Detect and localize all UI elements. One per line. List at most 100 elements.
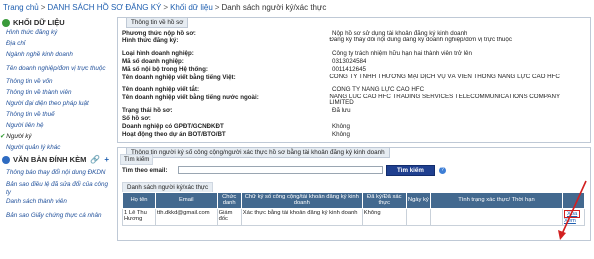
info-value: NANG LUC CAO HFC TRADING SERVICES TELECO… [329, 93, 560, 107]
info-label: Mã số doanh nghiệp: [122, 57, 184, 65]
info-row: Mã số doanh nghiệp: 0313024584 [122, 57, 586, 65]
cell-date [405, 207, 431, 227]
breadcrumb-sep: > [163, 3, 169, 12]
sidebar-section-label: VĂN BẢN ĐÍNH KÈM [13, 155, 87, 164]
breadcrumb-current: Danh sách người ký/xác thực [221, 3, 327, 12]
info-value: 0011412645 [332, 66, 366, 74]
sidebar-item-company-name[interactable]: Tên doanh nghiệp/đơn vị trực thuộc [0, 61, 112, 77]
view-link[interactable]: Xem [564, 218, 583, 224]
col-header-email: Email [155, 191, 218, 209]
delete-link[interactable]: Xóa [563, 209, 581, 218]
breadcrumb-list[interactable]: DANH SÁCH HỒ SƠ ĐĂNG KÝ [47, 3, 161, 12]
info-label: Tên doanh nghiệp viết bằng tiếng Việt: [122, 73, 236, 81]
info-row: Trạng thái hồ sơ: Đã lưu [122, 106, 586, 114]
breadcrumb: Trang chủ > DANH SÁCH HỒ SƠ ĐĂNG KÝ > Khối d… [3, 3, 326, 12]
info-label: Hoạt động theo dự án BOT/BTO/BT [122, 131, 226, 139]
sidebar-item-members[interactable]: Thông tin về thành viên [0, 88, 112, 99]
info-value: 0313024584 [332, 57, 367, 65]
breadcrumb-data[interactable]: Khối dữ liệu [170, 3, 213, 12]
info-row: Hoạt động theo dự án BOT/BTO/BT Không [122, 131, 586, 139]
sidebar-section-data: KHỐI DỮ LIỆU [0, 17, 112, 28]
info-row: Hình thức đăng ký: Đăng ký thay đổi nội d… [122, 37, 586, 49]
search-label: Tìm theo email: [122, 166, 168, 174]
col-header-date: Ngày ký [405, 191, 431, 209]
attach-icon[interactable]: 🔗 [90, 155, 100, 164]
sidebar-item-contact[interactable]: Người liên hệ [0, 121, 112, 132]
col-header-status: Tình trạng xác thực/ Thời hạn [429, 191, 563, 209]
folder-icon [2, 18, 10, 27]
col-header-signed: Đã ký/Đã xác thực [361, 191, 407, 209]
info-row: Tên doanh nghiệp viết tắt: CÔNG TY NĂNG L… [122, 86, 586, 94]
cell-name: 1 Lê Thu Hương [122, 207, 156, 227]
sidebar-item-business-lines[interactable]: Ngành nghề kinh doanh [0, 50, 112, 61]
profile-panel-title: Thông tin về hồ sơ [126, 17, 189, 28]
sidebar-item-legal-rep[interactable]: Người đại diện theo pháp luật [0, 99, 112, 110]
cell-title: Giám đốc [216, 207, 242, 227]
search-section-title: Tìm kiếm [120, 153, 154, 165]
info-row: Số hồ sơ: [122, 114, 586, 122]
signer-panel-title: Thông tin người ký số công cộng/người xá… [126, 146, 390, 158]
sidebar-item-signer[interactable]: ✔ Người ký [0, 132, 112, 143]
signer-table: Họ tên Email Chức danh Chữ ký số công cộ… [122, 191, 586, 227]
sidebar-item-address[interactable]: Địa chỉ [0, 39, 112, 50]
info-value: Công ty trách nhiệm hữu hạn hai thành vi… [332, 49, 472, 57]
info-value: CÔNG TY NĂNG LỰC CAO HFC [332, 86, 425, 94]
info-label: Loại hình doanh nghiệp: [122, 49, 194, 57]
profile-rows: Phương thức nộp hồ sơ: Nộp hồ sơ sử dụng … [118, 18, 590, 142]
info-label: Mã số nội bộ trong Hệ thống: [122, 66, 208, 74]
info-label: Số hồ sơ: [122, 114, 151, 122]
info-value: Đăng ký thay đổi nội dung đăng ký doanh … [329, 37, 512, 44]
info-row: Phương thức nộp hồ sơ: Nộp hồ sơ sử dụng … [122, 29, 586, 37]
cell-email: tth.dkkd@gmail.com [155, 207, 218, 227]
sidebar-section-label: KHỐI DỮ LIỆU [13, 18, 65, 27]
info-label: Tên doanh nghiệp viết bằng tiếng nước ng… [122, 93, 259, 101]
sidebar-item-id-copy[interactable]: Bản sao Giấy chứng thực cá nhân [0, 208, 112, 224]
sidebar-section-attachments: VĂN BẢN ĐÍNH KÈM 🔗 + [0, 154, 112, 165]
info-label: Hình thức đăng ký: [122, 37, 179, 45]
main-content: Thông tin về hồ sơ Phương thức nộp hồ sơ… [117, 17, 591, 241]
info-row: Tên doanh nghiệp viết bằng tiếng Việt: CÔ… [122, 74, 586, 86]
sidebar-item-change-notice[interactable]: Thông báo thay đổi nội dung ĐKDN [0, 165, 112, 181]
email-search-input[interactable] [178, 166, 383, 175]
sidebar-item-other-managers[interactable]: Người quản lý khác [0, 143, 112, 154]
col-header-signature: Chữ ký số công cộng/tài khoản đăng ký ki… [240, 191, 363, 209]
cell-actions: Xóa Xem [561, 207, 586, 227]
info-label: Doanh nghiệp có GPĐT/GCNĐKĐT [122, 122, 224, 130]
sidebar-item-registration-type[interactable]: Hình thức đăng ký [0, 28, 112, 39]
col-header-title: Chức danh [216, 191, 242, 209]
folder-icon [2, 155, 10, 164]
help-icon[interactable]: ? [438, 166, 446, 174]
sidebar: KHỐI DỮ LIỆU Hình thức đăng ký Địa chỉ N… [0, 17, 112, 259]
cell-signed: Không [361, 207, 407, 227]
signer-panel: Thông tin người ký số công cộng/người xá… [117, 146, 591, 241]
search-button[interactable]: Tìm kiếm [386, 164, 435, 176]
breadcrumb-sep: > [214, 3, 220, 12]
search-row: Tìm theo email: Tìm kiếm ? [122, 164, 446, 176]
info-label: Tên doanh nghiệp viết tắt: [122, 86, 199, 94]
profile-panel: Thông tin về hồ sơ Phương thức nộp hồ sơ… [117, 17, 591, 143]
sidebar-item-charter-copy[interactable]: Bản sao điều lệ đã sửa đổi của công ty [0, 181, 112, 197]
add-icon[interactable]: + [104, 155, 109, 164]
sidebar-item-member-list[interactable]: Danh sách thành viên [0, 197, 112, 208]
row-index: 1 [124, 209, 128, 216]
info-row: Mã số nội bộ trong Hệ thống: 0011412645 [122, 66, 586, 74]
info-value: Không [332, 122, 350, 130]
info-row: Doanh nghiệp có GPĐT/GCNĐKĐT Không [122, 122, 586, 130]
info-row: Tên doanh nghiệp viết bằng tiếng nước ng… [122, 94, 586, 106]
sidebar-item-capital[interactable]: Thông tin về vốn [0, 77, 112, 88]
table-row: 1 Lê Thu Hương tth.dkkd@gmail.com Giám đ… [122, 207, 586, 227]
info-label: Trạng thái hồ sơ: [122, 106, 173, 114]
cell-status [429, 207, 563, 227]
info-value: Không [332, 131, 350, 139]
info-value: Đã lưu [332, 106, 351, 114]
check-icon: ✔ [0, 133, 6, 141]
breadcrumb-home[interactable]: Trang chủ [3, 3, 39, 12]
info-value: Nộp hồ sơ sử dụng tài khoản đăng ký kinh… [332, 29, 468, 37]
col-header-actions [561, 191, 586, 209]
signer-name: Lê Thu Hương [124, 209, 147, 222]
info-row: Loại hình doanh nghiệp: Công ty trách nhi… [122, 49, 586, 57]
sidebar-item-tax[interactable]: Thông tin về thuế [0, 110, 112, 121]
sidebar-item-label: Người ký [6, 133, 32, 141]
cell-signature: Xác thực bằng tài khoản đăng ký kinh doa… [240, 207, 363, 227]
info-value: CÔNG TY TNHH THƯƠNG MẠI DỊCH VỤ VÀ VIỄN … [329, 73, 560, 80]
